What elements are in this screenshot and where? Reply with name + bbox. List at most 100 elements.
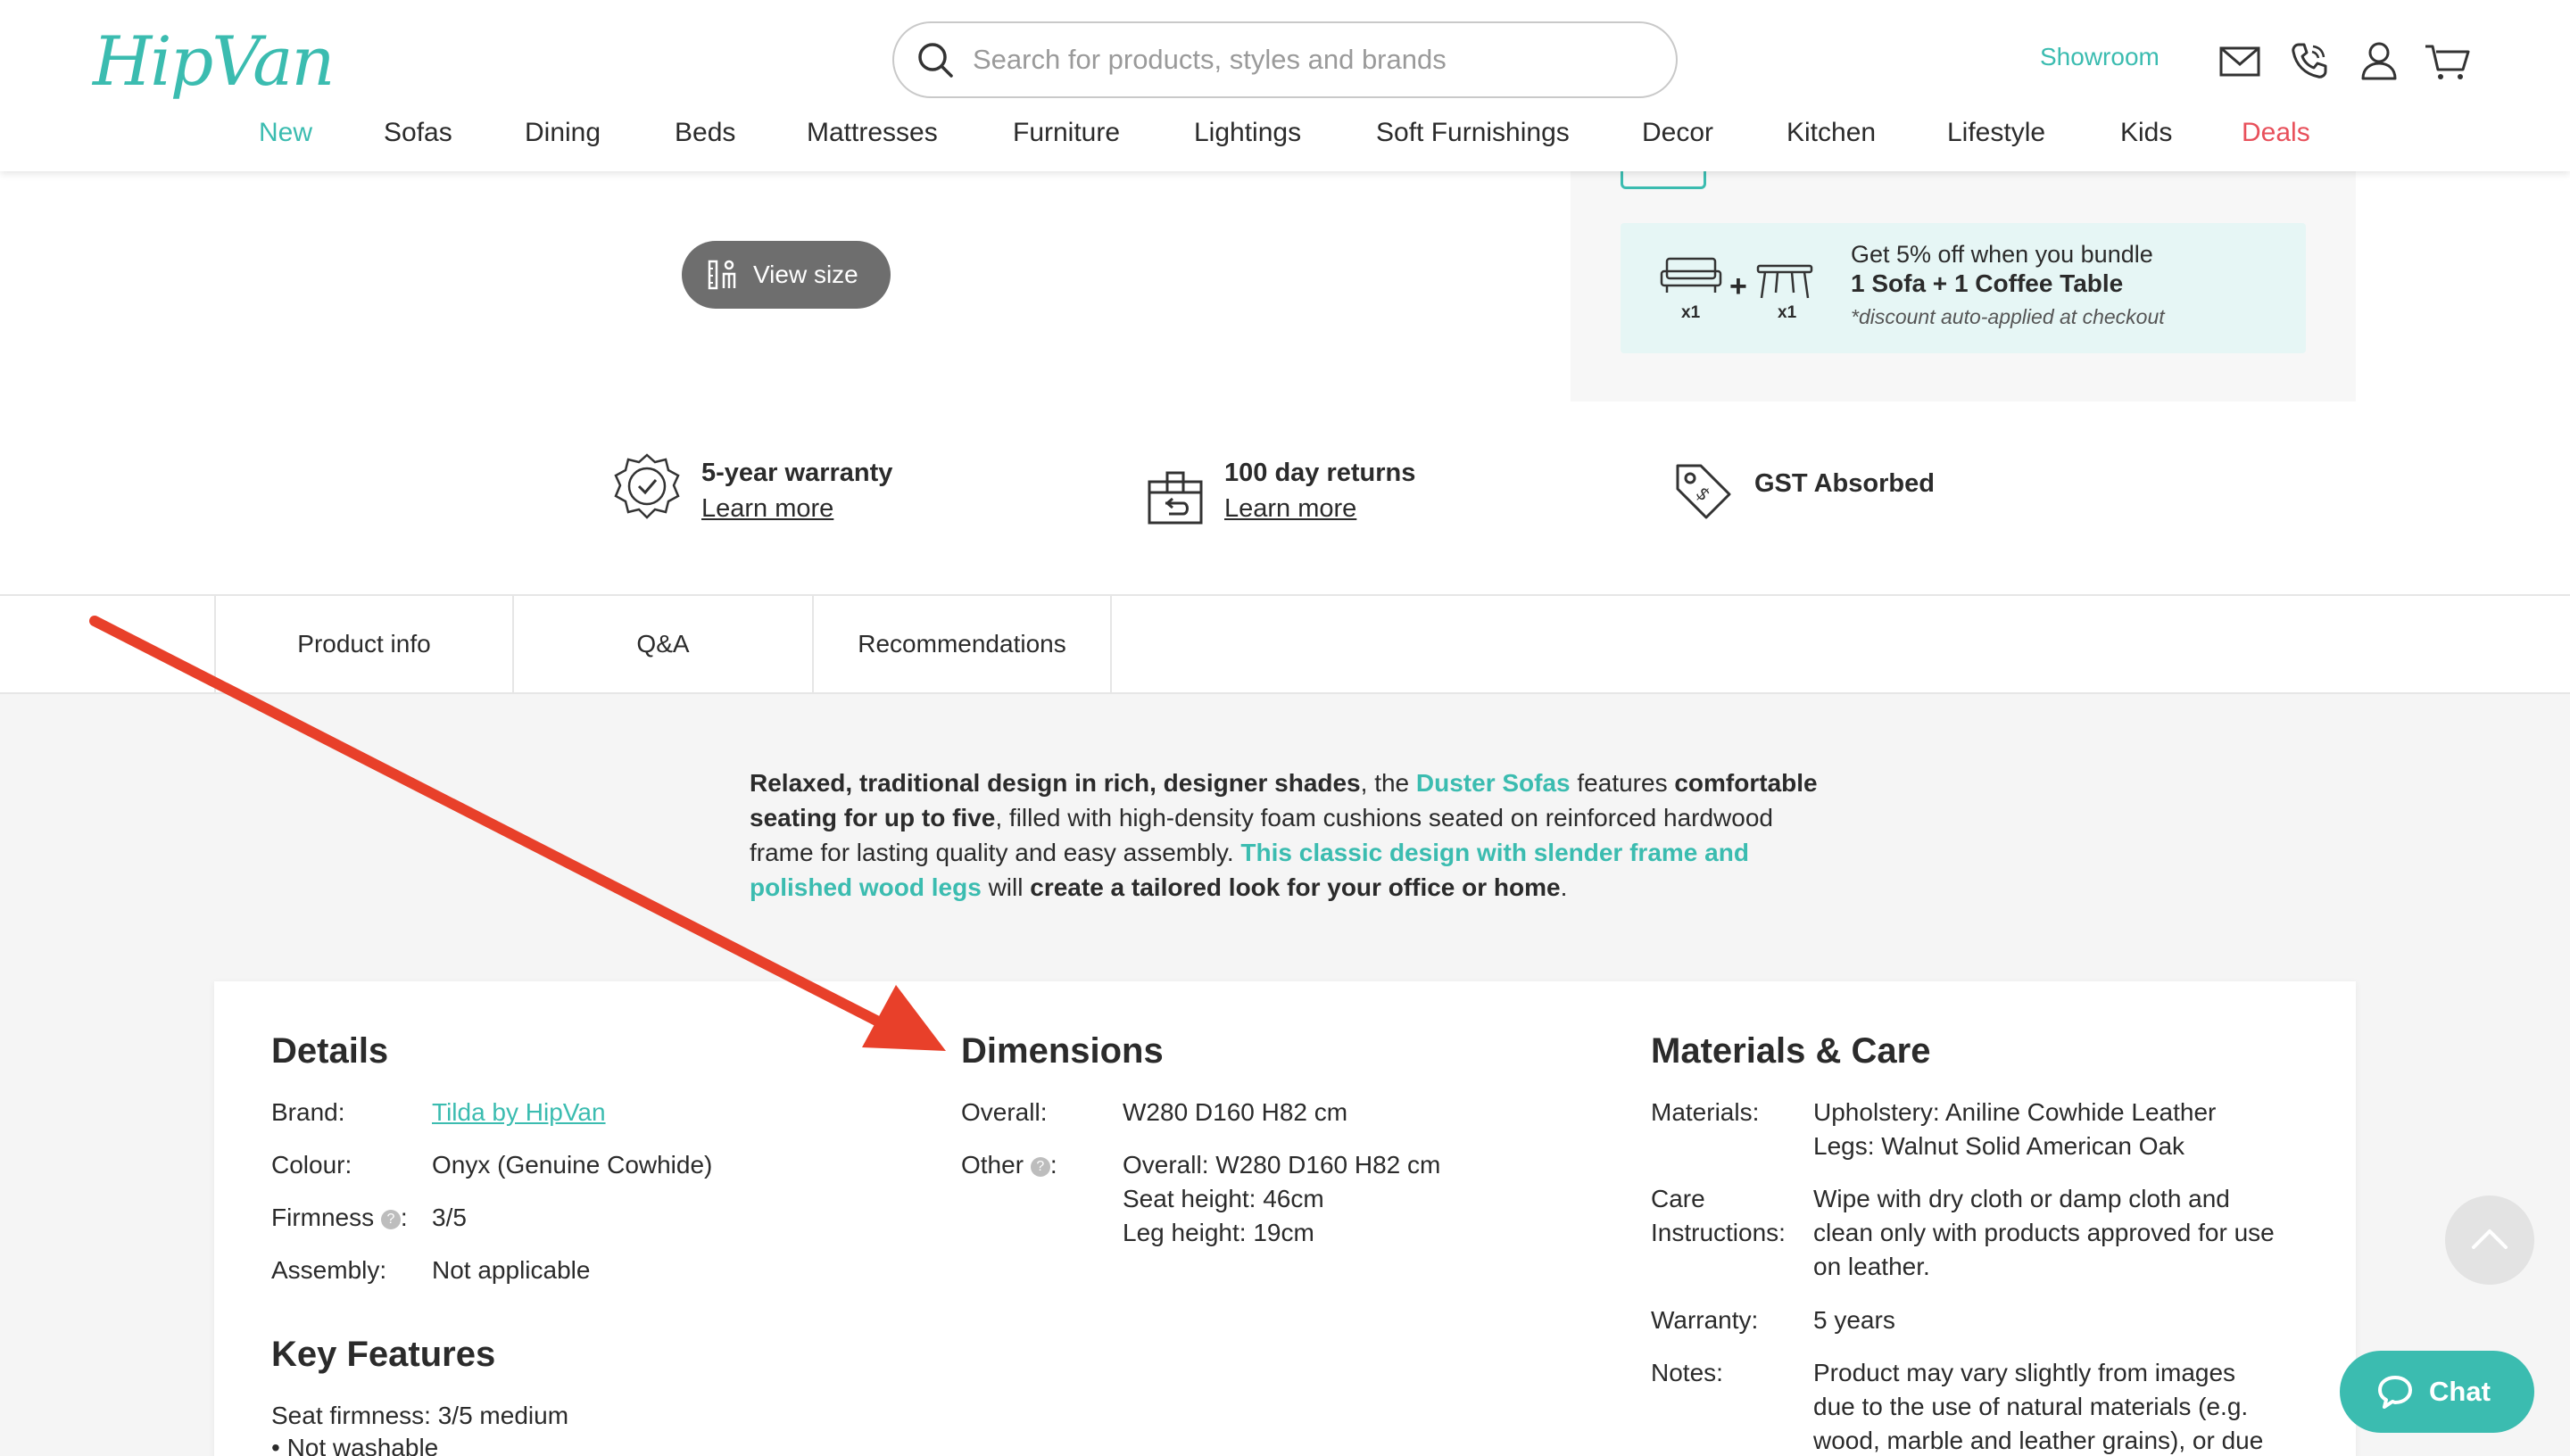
coffee-table-icon [1756, 264, 1813, 299]
overall-label: Overall: [961, 1098, 1048, 1126]
nav-item-furniture[interactable]: Furniture [1013, 118, 1120, 148]
product-info-section: Relaxed, traditional design in rich, des… [0, 694, 2570, 1456]
returns-box-icon [1148, 471, 1203, 525]
chevron-up-icon [2472, 1229, 2508, 1249]
perk-returns-title: 100 day returns [1224, 459, 1416, 487]
care-label: Instructions: [1651, 1219, 1786, 1246]
selected-swatch[interactable] [1621, 171, 1706, 189]
details-title: Details [271, 1031, 389, 1071]
table-qty: x1 [1778, 303, 1797, 322]
spec-card: Details Brand: Tilda by HipVan Colour: O… [214, 981, 2356, 1456]
nav-item-decor[interactable]: Decor [1642, 118, 1713, 148]
brand-link[interactable]: Tilda by HipVan [432, 1096, 606, 1129]
help-icon[interactable]: ? [1030, 1156, 1050, 1177]
main-nav: New Sofas Dining Beds Mattresses Furnitu… [0, 118, 2570, 157]
overall-value: W280 D160 H82 cm [1123, 1098, 1348, 1126]
tab-product-info[interactable]: Product info [214, 596, 512, 692]
product-tabs: Product info Q&A Recommendations [0, 594, 2570, 694]
other-label: Other ?: [961, 1151, 1057, 1179]
notes-label: Notes: [1651, 1359, 1723, 1386]
nav-item-kitchen[interactable]: Kitchen [1787, 118, 1876, 148]
nav-item-mattresses[interactable]: Mattresses [807, 118, 938, 148]
colour-label: Colour: [271, 1151, 352, 1179]
chat-label: Chat [2429, 1376, 2491, 1407]
care-label: Care [1651, 1185, 1705, 1212]
nav-item-kids[interactable]: Kids [2120, 118, 2172, 148]
perk-returns: 100 day returns Learn more [1146, 455, 1415, 528]
showroom-link[interactable]: Showroom [2040, 43, 2160, 71]
colour-value: Onyx (Genuine Cowhide) [432, 1151, 713, 1179]
other-line: Leg height: 19cm [1123, 1219, 1314, 1246]
scroll-to-top-button[interactable] [2445, 1195, 2534, 1285]
bundle-note: *discount auto-applied at checkout [1851, 305, 2165, 328]
brand-label: Brand: [271, 1098, 345, 1126]
other-line: Overall: W280 D160 H82 cm [1123, 1151, 1441, 1179]
bundle-title: Get 5% off when you bundle [1851, 241, 2153, 268]
key-feature-item: • Not washable [271, 1434, 439, 1456]
purchase-panel: x1 + x1 Get 5% off when you bundle 1 Sof… [1571, 171, 2356, 401]
sofa-icon [1660, 257, 1722, 293]
key-feature-item: Seat firmness: 3/5 medium [271, 1402, 569, 1429]
warranty-label: Warranty: [1651, 1306, 1759, 1334]
tab-recommendations[interactable]: Recommendations [812, 596, 1112, 692]
user-icon[interactable] [2358, 39, 2400, 82]
materials-label: Materials: [1651, 1098, 1760, 1126]
assembly-value: Not applicable [432, 1256, 591, 1284]
notes-line: wood, marble and leather grains), or due [1813, 1427, 2264, 1454]
nav-item-dining[interactable]: Dining [525, 118, 601, 148]
perk-warranty-link[interactable]: Learn more [701, 491, 892, 526]
key-features-title: Key Features [271, 1335, 496, 1374]
search-icon [918, 43, 953, 78]
care-line: Wipe with dry cloth or damp cloth and [1813, 1185, 2230, 1212]
perk-gst: $ GST Absorbed [1672, 464, 1935, 523]
view-size-label: View size [753, 261, 858, 288]
phone-icon[interactable] [2288, 39, 2331, 82]
search-input[interactable] [973, 44, 1651, 76]
search-bar[interactable] [892, 21, 1678, 98]
view-size-button[interactable]: View size [682, 241, 891, 309]
help-icon[interactable]: ? [380, 1209, 401, 1229]
firmness-value: 3/5 [432, 1204, 467, 1231]
nav-item-sofas[interactable]: Sofas [384, 118, 452, 148]
notes-line: Product may vary slightly from images [1813, 1359, 2236, 1386]
nav-item-new[interactable]: New [259, 118, 312, 148]
perk-returns-link[interactable]: Learn more [1224, 491, 1415, 526]
perk-gst-title: GST Absorbed [1754, 469, 1935, 498]
care-line: clean only with products approved for us… [1813, 1219, 2275, 1246]
assembly-label: Assembly: [271, 1256, 387, 1284]
firmness-label: Firmness ?: [271, 1204, 408, 1231]
bundle-subtitle: 1 Sofa + 1 Coffee Table [1851, 269, 2124, 297]
nav-item-lightings[interactable]: Lightings [1194, 118, 1301, 148]
nav-item-beds[interactable]: Beds [675, 118, 735, 148]
warranty-badge-icon [614, 453, 680, 519]
option-swatches [1621, 171, 1888, 191]
care-line: on leather. [1813, 1253, 1930, 1280]
tab-qa[interactable]: Q&A [512, 596, 812, 692]
hipvan-logo[interactable]: HipVan [93, 21, 335, 101]
ruler-person-icon [708, 260, 736, 290]
mail-icon[interactable] [2218, 39, 2261, 82]
svg-text:$: $ [1692, 482, 1715, 505]
cart-icon[interactable] [2424, 39, 2470, 82]
dimensions-title: Dimensions [961, 1031, 1164, 1071]
materials-line: Upholstery: Aniline Cowhide Leather [1813, 1098, 2217, 1126]
perk-warranty: 5-year warranty Learn more [609, 453, 893, 528]
duster-sofas-link[interactable]: Duster Sofas [1416, 769, 1571, 797]
bundle-plus: + [1729, 269, 1747, 303]
nav-item-soft-furnishings[interactable]: Soft Furnishings [1376, 118, 1570, 148]
tag-icon: $ [1676, 464, 1731, 519]
bundle-offer[interactable]: x1 + x1 Get 5% off when you bundle 1 Sof… [1621, 223, 2306, 353]
sofa-qty: x1 [1681, 303, 1701, 322]
nav-item-lifestyle[interactable]: Lifestyle [1947, 118, 2045, 148]
chat-bubble-icon [2378, 1376, 2412, 1409]
warranty-value: 5 years [1813, 1306, 1895, 1334]
other-line: Seat height: 46cm [1123, 1185, 1324, 1212]
nav-item-deals[interactable]: Deals [2242, 118, 2310, 148]
site-header: HipVan Showroom New Sofas Dining Beds Ma… [0, 0, 2570, 171]
materials-line: Legs: Walnut Solid American Oak [1813, 1132, 2185, 1160]
notes-line: due to the use of natural materials (e.g… [1813, 1393, 2249, 1420]
perk-warranty-title: 5-year warranty [701, 459, 893, 487]
product-description: Relaxed, traditional design in rich, des… [750, 769, 1818, 901]
materials-title: Materials & Care [1651, 1031, 1931, 1071]
chat-button[interactable]: Chat [2340, 1351, 2534, 1433]
